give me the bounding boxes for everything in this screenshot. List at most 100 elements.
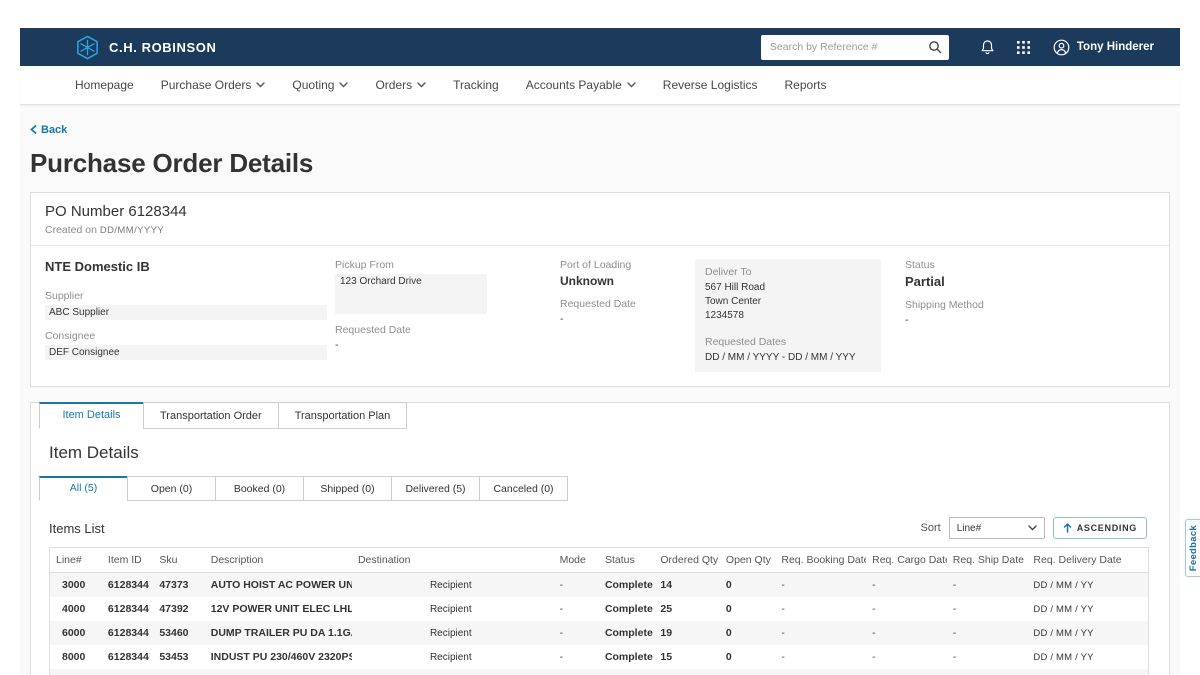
cell-destination: Recipient [352,573,554,598]
page-content: Back Purchase Order Details PO Number 61… [20,105,1180,675]
cell-req-ship-date: - [947,573,1028,598]
table-row: 8000 6128344 53453 INDUST PU 230/460V 23… [50,645,1149,669]
status-badge: Partial [905,274,1155,289]
pickup-requested-date-field: Requested Date - [335,324,560,351]
menu-item-label: Accounts Payable [526,78,622,92]
cell-req-cargo-date: - [866,669,947,675]
detail-tab[interactable]: Item Details [39,402,144,429]
cell-open-qty: 0 [720,573,775,598]
consignee-field: Consignee DEF Consignee [45,330,335,360]
app-frame: C.H. ROBINSON [20,28,1180,675]
divider [31,245,1169,246]
detail-tab[interactable]: Transportation Plan [278,402,408,429]
menu-item[interactable]: Reports [785,78,827,92]
menu-item-label: Orders [375,78,412,92]
pickup-from-value: 123 Orchard Drive [335,274,487,314]
column-header: Description [205,548,352,573]
sort-select-value: Line# [957,523,981,534]
table-row: 6000 6128344 53460 DUMP TRAILER PU DA 1.… [50,621,1149,645]
sort-label: Sort [921,522,941,534]
table-row: 10000 6128344 47349 BI-ROTATIONAL PUMP/M… [50,669,1149,675]
cell-description: BI-ROTATIONAL PUMP/MOTOR [205,669,352,675]
menu-item-label: Reports [785,78,827,92]
section-title: Item Details [49,443,1169,463]
cell-item-id: 6128344 [102,621,153,645]
feedback-button[interactable]: Feedback [1185,519,1200,577]
pickup-column: Pickup From 123 Orchard Drive Requested … [335,259,560,372]
brand-logo[interactable]: C.H. ROBINSON [75,35,216,60]
brand-name: C.H. ROBINSON [109,40,216,55]
column-header: Req. Cargo Date [866,548,947,573]
app-screen: C.H. ROBINSON [0,0,1200,675]
item-details-card: Item Details Transportation Order Transp… [30,402,1170,675]
cell-line: 4000 [50,597,102,621]
top-bar: C.H. ROBINSON [20,28,1180,66]
column-header: Sku [153,548,204,573]
sort-direction-button[interactable]: ASCENDING [1053,517,1147,539]
menu-item[interactable]: Reverse Logistics [663,78,758,92]
cell-req-ship-date: - [947,621,1028,645]
table-row: 3000 6128344 47373 AUTO HOIST AC POWER U… [50,573,1149,598]
detail-tabs: Item Details Transportation Order Transp… [31,402,1169,429]
user-menu[interactable]: Tony Hinderer [1053,39,1154,56]
menu-item[interactable]: Quoting [292,78,348,92]
cell-ordered-qty: 25 [654,597,720,621]
chrobinson-hexagon-icon [75,35,100,60]
address-line: Town Center [705,295,871,309]
sort-controls: Sort Line# ASCENDING [921,517,1148,539]
menu-item-label: Reverse Logistics [663,78,758,92]
cell-req-booking-date: - [775,645,866,669]
cell-status: Complete [599,621,654,645]
cell-req-ship-date: - [947,597,1028,621]
port-of-loading-column: Port of Loading Unknown Requested Date - [560,259,695,372]
back-link[interactable]: Back [30,124,67,136]
pickup-from-field: Pickup From 123 Orchard Drive [335,259,560,314]
port-of-loading-field: Port of Loading Unknown [560,259,695,288]
cell-mode: - [554,645,599,669]
menu-item[interactable]: Homepage [75,78,134,92]
items-list-toolbar: Items List Sort Line# ASCENDING [49,517,1147,539]
detail-tab[interactable]: Transportation Order [143,402,279,429]
column-header: Req. Booking Date [775,548,866,573]
order-type: NTE Domestic IB [45,259,335,274]
deliver-requested-dates-value: DD / MM / YYYY - DD / MM / YYY [705,351,871,365]
status-filter-tabs: All (5) Open (0) Booked (0) Shipped (0) [31,476,1169,501]
menu-item[interactable]: Purchase Orders [161,78,266,92]
deliver-to-panel: Deliver To 567 Hill RoadTown Center12345… [695,259,881,372]
status-filter-tab[interactable]: Shipped (0) [303,476,392,501]
cell-ordered-qty: 14 [654,573,720,598]
cell-mode: - [554,573,599,598]
deliver-to-column: Deliver To 567 Hill RoadTown Center12345… [695,259,905,372]
cell-req-booking-date: - [775,669,866,675]
notifications-bell-icon[interactable] [980,39,995,56]
status-column: Status Partial Shipping Method - [905,259,1155,372]
cell-req-cargo-date: - [866,621,947,645]
cell-destination: Recipient [352,645,554,669]
status-filter-tab[interactable]: Open (0) [127,476,216,501]
created-on: Created on DD/MM/YYYY [45,224,1155,236]
status-filter-tab[interactable]: Delivered (5) [391,476,480,501]
cell-destination: Recipient [352,669,554,675]
cell-req-cargo-date: - [866,597,947,621]
cell-req-booking-date: - [775,621,866,645]
cell-ordered-qty: 19 [654,621,720,645]
cell-line: 10000 [50,669,102,675]
status-filter-tab[interactable]: Canceled (0) [479,476,568,501]
status-filter-tab[interactable]: All (5) [39,476,128,501]
sort-select[interactable]: Line# [949,517,1045,539]
search-input[interactable] [761,35,949,60]
menu-item-label: Quoting [292,78,334,92]
column-header: Req. Delivery Date [1027,548,1148,573]
menu-item[interactable]: Tracking [453,78,499,92]
column-header: Open Qty [720,548,775,573]
chevron-down-icon [256,82,265,88]
menu-item[interactable]: Accounts Payable [526,78,636,92]
menu-item[interactable]: Orders [375,78,426,92]
apps-grid-icon[interactable] [1017,41,1030,54]
cell-item-id: 6128344 [102,597,153,621]
column-header: Destination [352,548,554,573]
status-filter-tab[interactable]: Booked (0) [215,476,304,501]
cell-open-qty: 0 [720,597,775,621]
search-icon[interactable] [928,40,942,54]
page-title: Purchase Order Details [30,148,1170,179]
